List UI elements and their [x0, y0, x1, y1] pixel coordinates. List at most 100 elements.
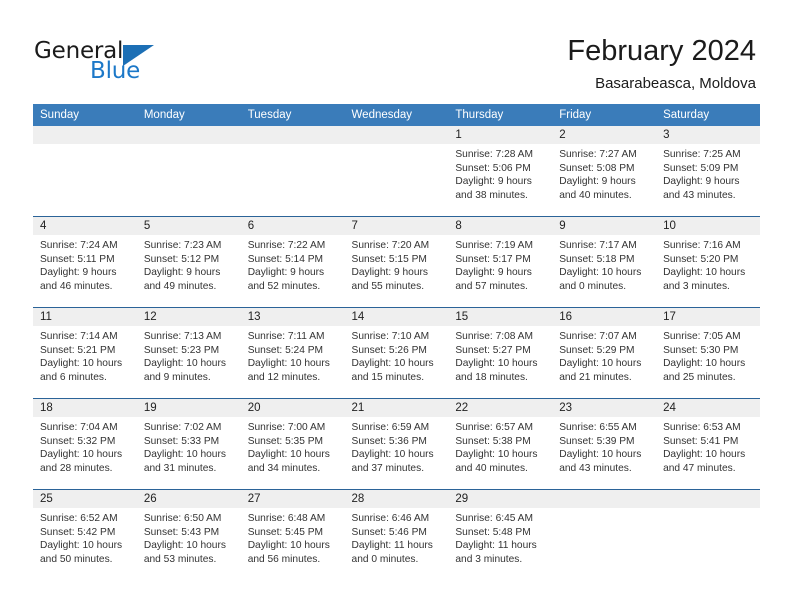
calendar-cell: 26 Sunrise: 6:50 AM Sunset: 5:43 PM Dayligh… [136, 489, 241, 580]
day-sun-info: Sunrise: 7:11 AM Sunset: 5:24 PM Daylight:… [241, 326, 345, 384]
sunset-text: Sunset: 5:42 PM [40, 526, 116, 538]
sunset-text: Sunset: 5:30 PM [663, 344, 739, 356]
day-number: 29 [448, 490, 553, 508]
sunrise-text: Sunrise: 7:22 AM [247, 240, 326, 251]
day-cell[interactable]: 21 Sunrise: 6:59 AM Sunset: 5:36 PM Dayligh… [344, 399, 449, 489]
day-number: 27 [240, 490, 345, 508]
day-number: 4 [33, 217, 137, 235]
calendar-cell: 14 Sunrise: 7:10 AM Sunset: 5:26 PM Dayligh… [344, 307, 449, 399]
calendar-header-row: Sunday Monday Tuesday Wednesday Thursday Frid… [33, 104, 760, 126]
day-cell[interactable]: 16 Sunrise: 7:07 AM Sunset: 5:29 PM Dayligh… [552, 308, 657, 398]
day-sun-info: Sunrise: 7:13 AM Sunset: 5:23 PM Daylight:… [137, 326, 241, 384]
calendar-cell: 23 Sunrise: 6:55 AM Sunset: 5:39 PM Dayligh… [552, 398, 657, 490]
day-cell[interactable]: 7 Sunrise: 7:20 AM Sunset: 5:15 PM Daylight… [344, 217, 449, 307]
day-cell[interactable]: 5 Sunrise: 7:23 AM Sunset: 5:12 PM Daylight… [136, 217, 241, 307]
day-cell-empty [344, 126, 449, 216]
daylight-text-line1: Daylight: 9 hours [40, 267, 117, 279]
calendar-cell: 8 Sunrise: 7:19 AM Sunset: 5:17 PM Daylight… [448, 216, 553, 308]
daylight-text-line2: and 43 minutes. [663, 189, 736, 201]
day-cell[interactable]: 8 Sunrise: 7:19 AM Sunset: 5:17 PM Daylight… [448, 217, 553, 307]
daylight-text-line2: and 31 minutes. [143, 462, 217, 474]
day-cell[interactable]: 24 Sunrise: 6:53 AM Sunset: 5:41 PM Dayligh… [656, 399, 760, 489]
calendar-cell: 4 Sunrise: 7:24 AM Sunset: 5:11 PM Daylight… [33, 216, 137, 308]
day-sun-info: Sunrise: 6:53 AM Sunset: 5:41 PM Daylight:… [656, 417, 760, 475]
day-cell[interactable]: 11 Sunrise: 7:14 AM Sunset: 5:21 PM Dayligh… [33, 308, 137, 398]
day-number: 1 [448, 126, 553, 144]
day-cell[interactable]: 6 Sunrise: 7:22 AM Sunset: 5:14 PM Daylight… [240, 217, 345, 307]
sunset-text: Sunset: 5:23 PM [143, 344, 220, 356]
daylight-text-line1: Daylight: 10 hours [351, 449, 434, 461]
day-cell[interactable]: 20 Sunrise: 7:00 AM Sunset: 5:35 PM Dayligh… [240, 399, 345, 489]
day-cell[interactable]: 1 Sunrise: 7:28 AM Sunset: 5:06 PM Daylight… [448, 126, 553, 216]
day-number: 19 [136, 399, 241, 417]
day-cell[interactable]: 4 Sunrise: 7:24 AM Sunset: 5:11 PM Daylight… [33, 217, 137, 307]
daylight-text-line2: and 6 minutes. [40, 371, 107, 383]
sunset-text: Sunset: 5:09 PM [663, 162, 739, 174]
day-cell[interactable]: 25 Sunrise: 6:52 AM Sunset: 5:42 PM Dayligh… [33, 490, 137, 580]
calendar-cell: 21 Sunrise: 6:59 AM Sunset: 5:36 PM Dayligh… [344, 398, 449, 490]
daylight-text-line1: Daylight: 10 hours [559, 449, 642, 461]
day-cell[interactable]: 15 Sunrise: 7:08 AM Sunset: 5:27 PM Dayligh… [448, 308, 553, 398]
day-number: 17 [656, 308, 760, 326]
daylight-text-line1: Daylight: 9 hours [455, 176, 532, 188]
day-cell[interactable]: 2 Sunrise: 7:27 AM Sunset: 5:08 PM Daylight… [552, 126, 657, 216]
day-sun-info: Sunrise: 7:00 AM Sunset: 5:35 PM Daylight:… [241, 417, 345, 475]
sunset-text: Sunset: 5:17 PM [455, 253, 531, 265]
day-number: 5 [136, 217, 241, 235]
day-cell[interactable]: 9 Sunrise: 7:17 AM Sunset: 5:18 PM Daylight… [552, 217, 657, 307]
day-number: 10 [656, 217, 760, 235]
day-cell[interactable]: 18 Sunrise: 7:04 AM Sunset: 5:32 PM Dayligh… [33, 399, 137, 489]
day-cell[interactable]: 3 Sunrise: 7:25 AM Sunset: 5:09 PM Daylight… [656, 126, 760, 216]
sunrise-text: Sunrise: 7:11 AM [247, 331, 325, 342]
day-cell[interactable]: 26 Sunrise: 6:50 AM Sunset: 5:43 PM Dayligh… [136, 490, 241, 580]
weekday-header-tuesday: Tuesday [240, 104, 345, 126]
day-cell[interactable]: 22 Sunrise: 6:57 AM Sunset: 5:38 PM Dayligh… [448, 399, 553, 489]
day-cell[interactable]: 19 Sunrise: 7:02 AM Sunset: 5:33 PM Dayligh… [136, 399, 241, 489]
day-cell[interactable]: 17 Sunrise: 7:05 AM Sunset: 5:30 PM Dayligh… [656, 308, 760, 398]
day-number: 18 [33, 399, 137, 417]
day-cell-empty [33, 126, 137, 216]
calendar-week-row: 11 Sunrise: 7:14 AM Sunset: 5:21 PM Dayligh… [33, 307, 760, 399]
daylight-text-line1: Daylight: 9 hours [143, 267, 221, 279]
sunrise-text: Sunrise: 7:27 AM [559, 149, 637, 160]
daylight-text-line1: Daylight: 10 hours [559, 267, 642, 279]
sunrise-text: Sunrise: 6:48 AM [247, 513, 326, 524]
sunset-text: Sunset: 5:15 PM [351, 253, 427, 265]
page-subtitle: Basarabeasca, Moldova [595, 75, 756, 92]
daylight-text-line1: Daylight: 10 hours [663, 449, 746, 461]
sunset-text: Sunset: 5:33 PM [143, 435, 220, 447]
day-number: 20 [240, 399, 345, 417]
day-number: 14 [344, 308, 449, 326]
day-number: 15 [448, 308, 553, 326]
day-sun-info: Sunrise: 7:27 AM Sunset: 5:08 PM Daylight:… [552, 144, 656, 202]
day-cell[interactable]: 28 Sunrise: 6:46 AM Sunset: 5:46 PM Dayligh… [344, 490, 449, 580]
calendar-cell: 17 Sunrise: 7:05 AM Sunset: 5:30 PM Dayligh… [656, 307, 760, 399]
day-number: 21 [344, 399, 449, 417]
day-number: 2 [552, 126, 657, 144]
calendar-cell: 10 Sunrise: 7:16 AM Sunset: 5:20 PM Dayligh… [656, 216, 760, 308]
general-blue-logo[interactable]: General Blue [34, 38, 184, 86]
day-cell[interactable]: 14 Sunrise: 7:10 AM Sunset: 5:26 PM Dayligh… [344, 308, 449, 398]
day-sun-info: Sunrise: 7:19 AM Sunset: 5:17 PM Daylight:… [448, 235, 552, 293]
day-cell-empty [552, 490, 657, 580]
calendar-cell [552, 489, 657, 580]
day-sun-info: Sunrise: 7:14 AM Sunset: 5:21 PM Daylight:… [33, 326, 137, 384]
daylight-text-line1: Daylight: 9 hours [663, 176, 740, 188]
day-cell[interactable]: 10 Sunrise: 7:16 AM Sunset: 5:20 PM Dayligh… [656, 217, 760, 307]
day-cell[interactable]: 23 Sunrise: 6:55 AM Sunset: 5:39 PM Dayligh… [552, 399, 657, 489]
day-cell[interactable]: 13 Sunrise: 7:11 AM Sunset: 5:24 PM Dayligh… [240, 308, 345, 398]
sunrise-text: Sunrise: 6:45 AM [455, 513, 533, 524]
daylight-text-line2: and 25 minutes. [663, 371, 736, 383]
day-number [136, 126, 241, 144]
weekday-header-monday: Monday [136, 104, 241, 126]
day-cell[interactable]: 27 Sunrise: 6:48 AM Sunset: 5:45 PM Dayligh… [240, 490, 345, 580]
daylight-text-line1: Daylight: 10 hours [40, 540, 123, 552]
sunset-text: Sunset: 5:14 PM [247, 253, 324, 265]
day-sun-info: Sunrise: 7:23 AM Sunset: 5:12 PM Daylight:… [137, 235, 241, 293]
sunrise-text: Sunrise: 7:05 AM [663, 331, 741, 342]
day-number: 8 [448, 217, 553, 235]
day-cell[interactable]: 29 Sunrise: 6:45 AM Sunset: 5:48 PM Dayligh… [448, 490, 553, 580]
daylight-text-line2: and 43 minutes. [559, 462, 632, 474]
daylight-text-line1: Daylight: 10 hours [247, 540, 330, 552]
day-cell[interactable]: 12 Sunrise: 7:13 AM Sunset: 5:23 PM Dayligh… [136, 308, 241, 398]
